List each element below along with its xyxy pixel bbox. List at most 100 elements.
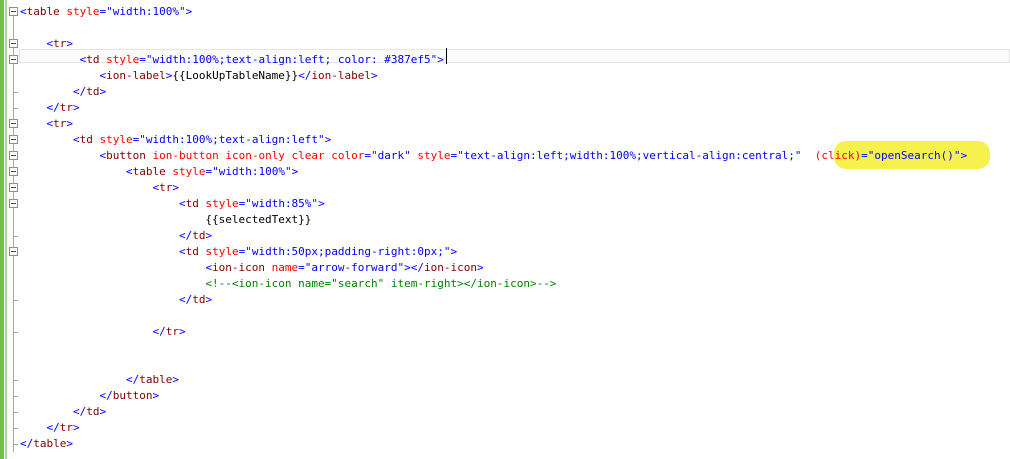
change-tracking-bar	[0, 0, 4, 459]
outline-end-tick	[13, 236, 18, 237]
code-token: "width:50px;padding-right:0px;"	[245, 245, 451, 258]
collapse-toggle-icon[interactable]	[9, 7, 18, 16]
code-line[interactable]: <tr>	[20, 36, 74, 52]
code-line[interactable]: <td style="width:50px;padding-right:0px;…	[20, 244, 457, 260]
code-token: tr	[165, 325, 179, 338]
code-token: tr	[53, 37, 67, 50]
code-line[interactable]: </tr>	[20, 100, 80, 116]
code-token: >	[73, 421, 80, 434]
code-line[interactable]: </tr>	[20, 324, 185, 340]
collapse-toggle-icon[interactable]	[9, 199, 18, 208]
code-token: style	[92, 133, 133, 146]
code-token: =	[298, 261, 305, 274]
code-token: </	[46, 101, 60, 114]
code-token: td	[185, 197, 199, 210]
code-token: table	[132, 165, 166, 178]
code-token: >	[324, 133, 332, 146]
code-token: (click)	[801, 149, 862, 162]
code-token: style	[59, 5, 100, 18]
code-token: >	[371, 69, 378, 82]
code-line[interactable]: <ion-icon name="arrow-forward"></ion-ico…	[20, 260, 484, 276]
code-token: </	[152, 325, 166, 338]
code-token: <	[178, 197, 186, 210]
code-line[interactable]: </table>	[20, 372, 179, 388]
code-token: =	[139, 53, 146, 66]
code-token: table	[139, 373, 173, 386]
collapse-toggle-icon[interactable]	[9, 55, 18, 64]
code-line[interactable]: <td style="width:100%;text-align:left">	[20, 132, 331, 148]
collapse-toggle-icon[interactable]	[9, 183, 18, 192]
code-token: >	[185, 5, 193, 18]
code-token: <	[20, 5, 27, 18]
code-line[interactable]: {{selectedText}}	[20, 212, 311, 228]
code-line[interactable]: <table style="width:100%">	[20, 164, 298, 180]
code-token: table	[26, 5, 60, 18]
code-token: style	[410, 149, 451, 162]
code-token: td	[86, 85, 100, 98]
collapse-toggle-icon[interactable]	[9, 151, 18, 160]
outline-end-tick	[13, 444, 18, 445]
code-line[interactable]: </table>	[20, 436, 73, 452]
code-line[interactable]: <!--<ion-icon name="search" item-right><…	[20, 276, 556, 292]
collapse-toggle-icon[interactable]	[9, 247, 18, 256]
code-token: {{selectedText}}	[20, 213, 312, 226]
collapse-toggle-icon[interactable]	[9, 135, 18, 144]
outline-end-tick	[13, 332, 18, 333]
code-editor[interactable]: <table style="width:100%"> <tr> <td styl…	[0, 0, 1010, 459]
code-token: >	[73, 101, 80, 114]
code-token: </	[298, 69, 312, 82]
code-line[interactable]: <tr>	[20, 180, 179, 196]
code-token: "width:100%"	[212, 165, 292, 178]
code-token: >	[960, 149, 968, 162]
code-line[interactable]: </td>	[20, 228, 212, 244]
code-token: <!--<ion-icon name="search" item-right><…	[205, 277, 557, 290]
code-line[interactable]: <td style="width:100%;text-align:left; c…	[20, 52, 444, 68]
code-token: td	[192, 293, 206, 306]
code-token: </	[72, 85, 87, 98]
code-line[interactable]: <table style="width:100%">	[20, 4, 192, 20]
code-token: {{LookUpTableName}}	[172, 69, 299, 82]
code-token: ion-label	[311, 69, 372, 82]
code-token: "arrow-forward"	[304, 261, 405, 274]
collapse-toggle-icon[interactable]	[9, 39, 18, 48]
code-token: tr	[59, 421, 73, 434]
collapse-toggle-icon[interactable]	[9, 119, 18, 128]
code-token: <	[72, 133, 80, 146]
code-token: <	[125, 165, 133, 178]
code-line[interactable]: <button ion-button icon-only clear color…	[20, 148, 967, 164]
outline-end-tick	[13, 108, 18, 109]
code-line[interactable]: <tr>	[20, 116, 74, 132]
code-token: >	[437, 53, 444, 66]
code-token: td	[86, 405, 100, 418]
code-line[interactable]: </tr>	[20, 420, 80, 436]
code-line[interactable]: <ion-label>{{LookUpTableName}}</ion-labe…	[20, 68, 378, 84]
code-token: style	[165, 165, 206, 178]
code-token: table	[33, 437, 67, 450]
code-line[interactable]: </td>	[20, 84, 106, 100]
code-line[interactable]: </td>	[20, 404, 106, 420]
code-token: >	[172, 181, 179, 194]
code-token: </	[72, 405, 87, 418]
code-line[interactable]: <td style="width:85%">	[20, 196, 325, 212]
code-token: </	[20, 437, 34, 450]
code-token: name	[265, 261, 299, 274]
code-token: </	[46, 421, 60, 434]
outline-guide	[13, 12, 14, 452]
code-line[interactable]: </td>	[20, 292, 212, 308]
code-line[interactable]: </button>	[20, 388, 159, 404]
collapse-toggle-icon[interactable]	[9, 167, 18, 176]
code-token: >	[477, 261, 484, 274]
